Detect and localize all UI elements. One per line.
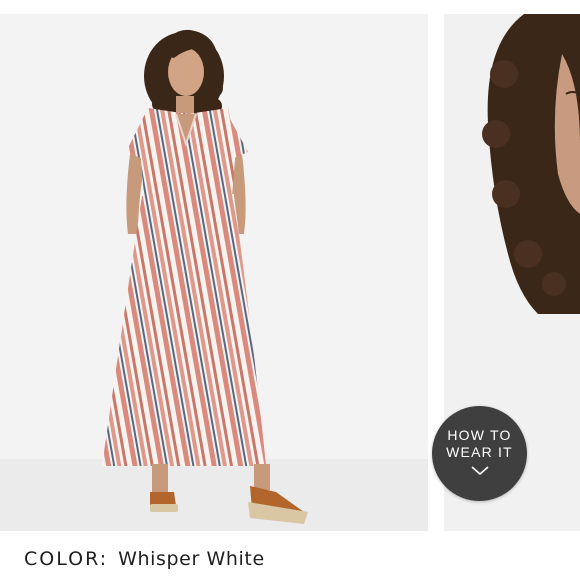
product-image-gallery[interactable]: HOW TO WEAR IT <box>0 0 580 531</box>
color-selection: COLOR: Whisper White <box>24 548 265 578</box>
chevron-down-icon <box>470 463 489 481</box>
color-value: Whisper White <box>118 548 265 570</box>
main-product-image[interactable] <box>0 14 428 531</box>
how-to-wear-line2: WEAR IT <box>446 443 513 460</box>
how-to-wear-button[interactable]: HOW TO WEAR IT <box>432 406 527 501</box>
color-label: COLOR: <box>24 548 109 570</box>
model-photo <box>0 29 428 531</box>
product-page: HOW TO WEAR IT COLOR: Whisper White <box>0 0 580 580</box>
how-to-wear-line1: HOW TO <box>447 426 512 443</box>
